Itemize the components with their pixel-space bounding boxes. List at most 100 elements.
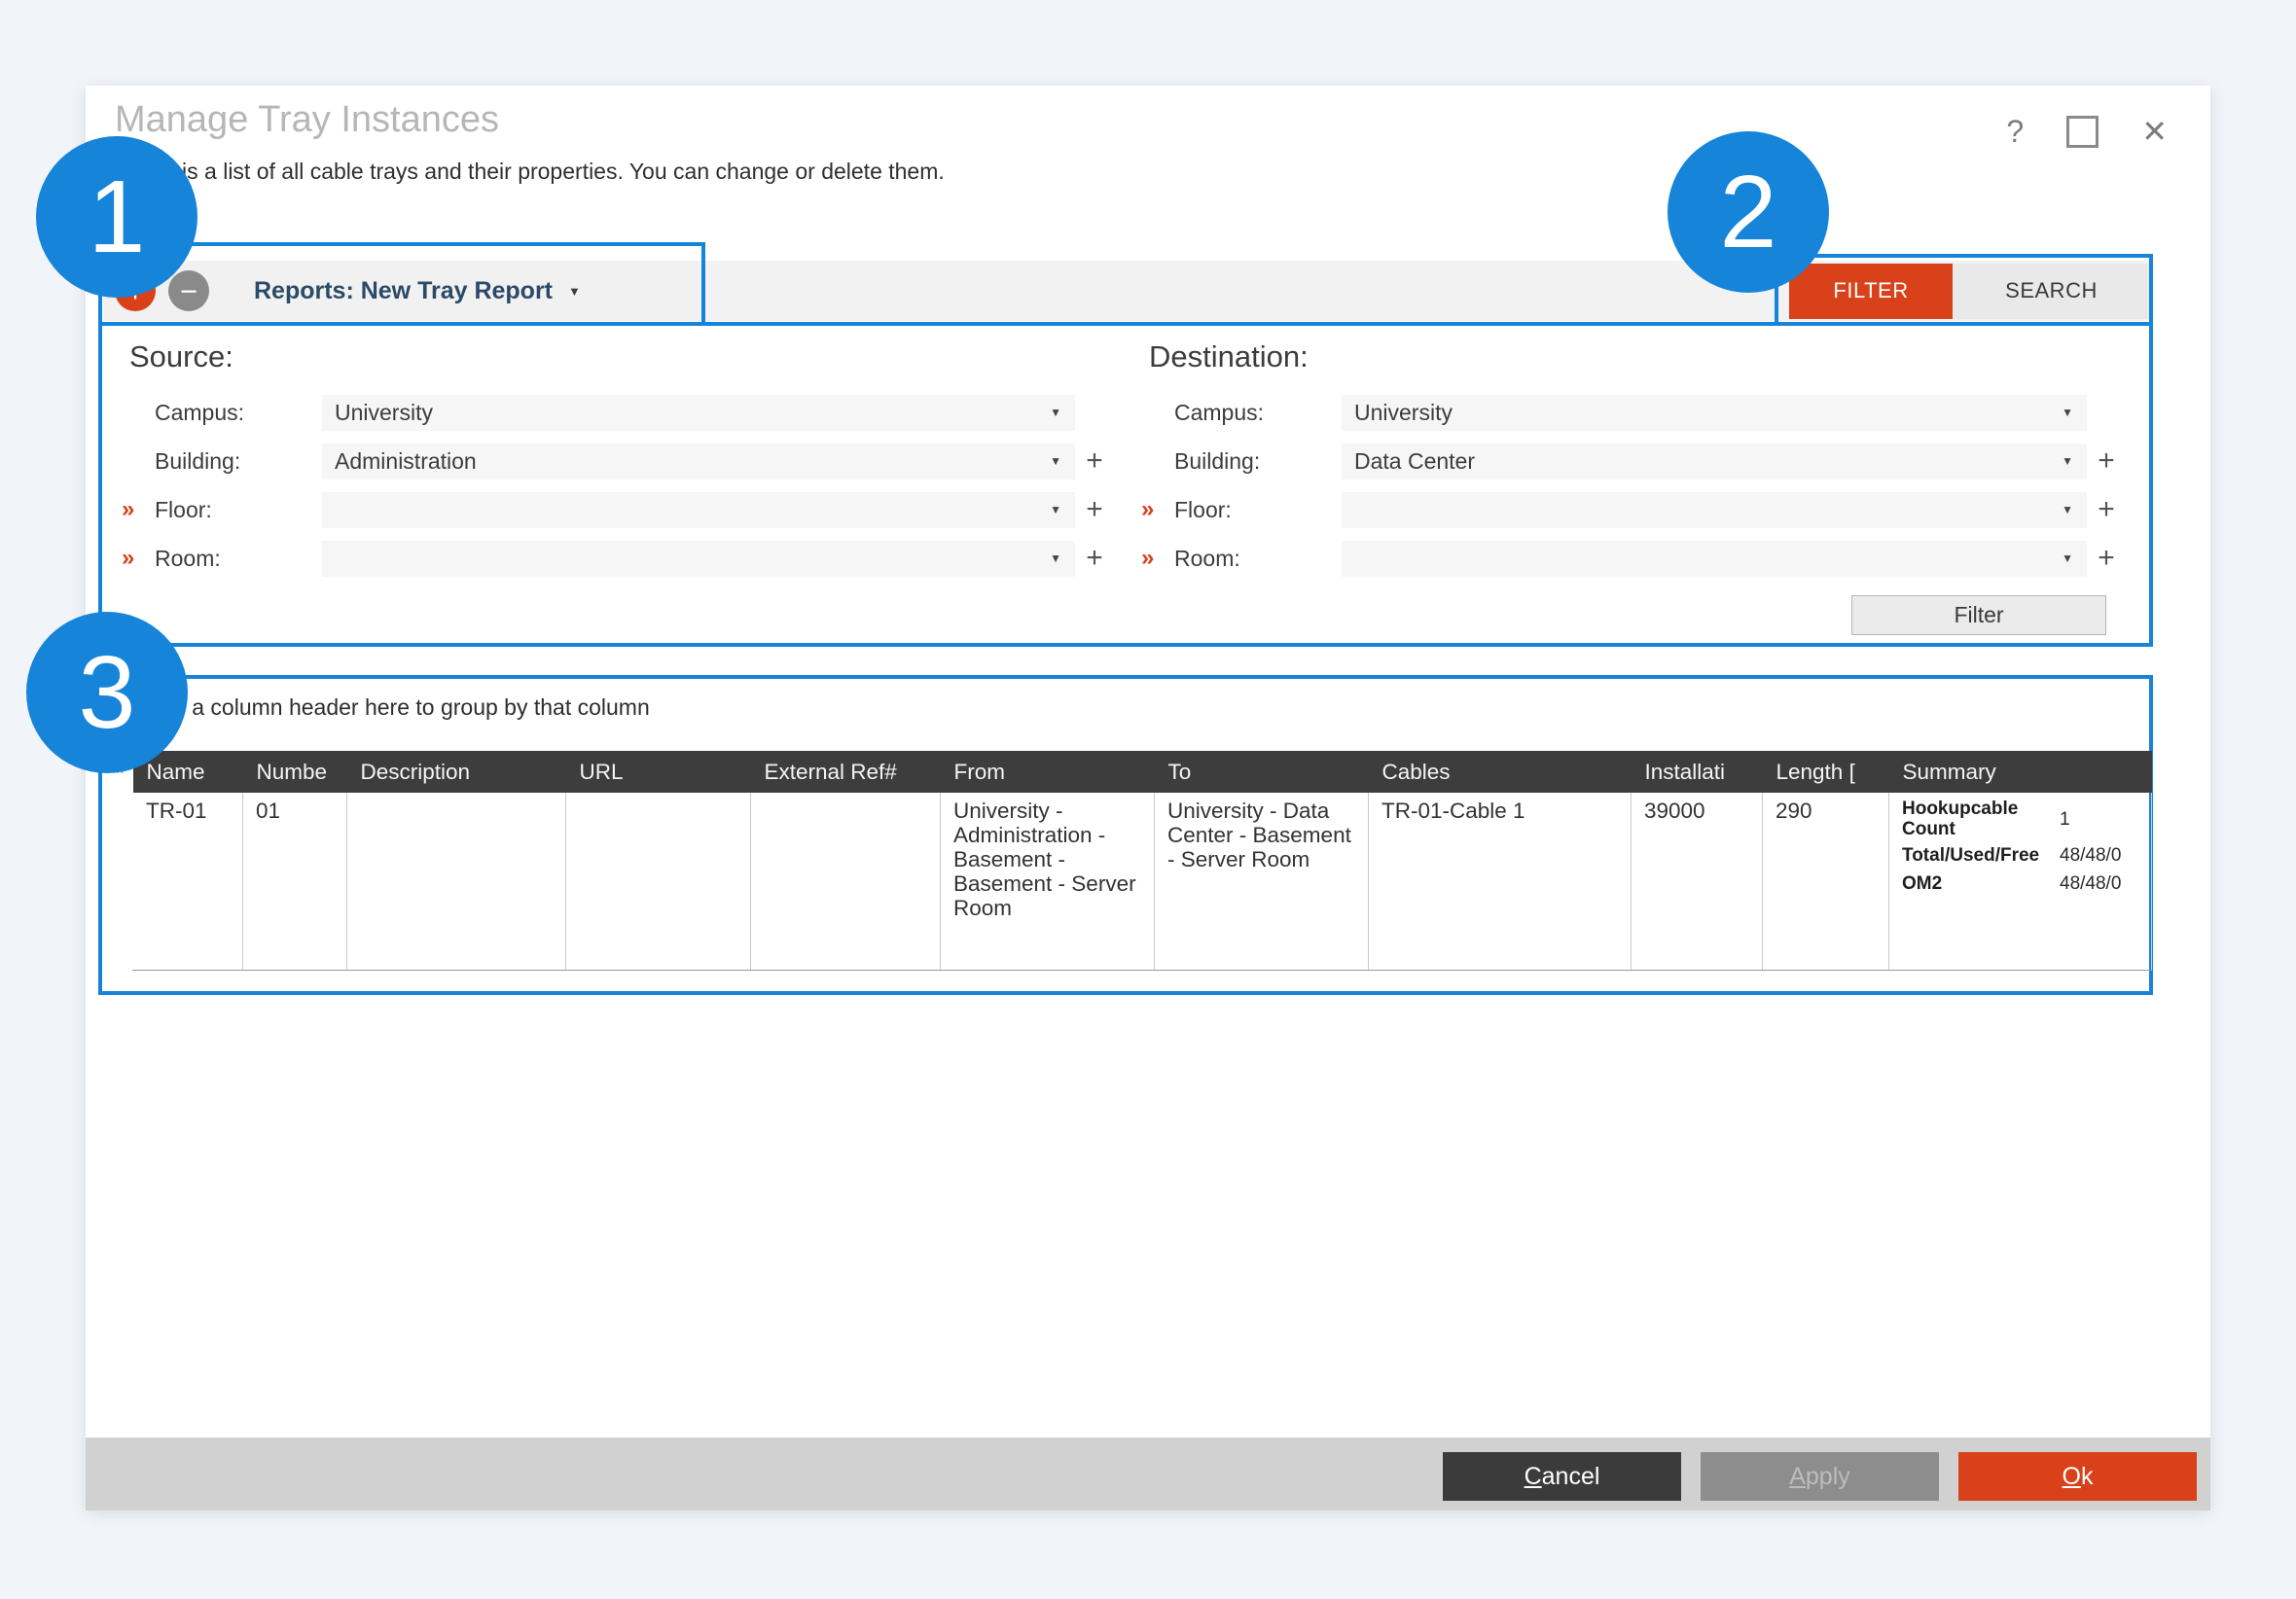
- report-tab[interactable]: + − Reports: New Tray Report ▼: [103, 261, 698, 321]
- column-header-installation[interactable]: Installati: [1632, 751, 1763, 793]
- cell-number[interactable]: 01: [243, 793, 347, 970]
- summary-value: 48/48/0: [2060, 843, 2143, 868]
- chevron-down-icon: ▼: [1050, 454, 1061, 468]
- destination-room-select[interactable]: ▼: [1342, 541, 2087, 577]
- add-floor-icon[interactable]: +: [2087, 493, 2126, 526]
- report-tab-label: Reports: New Tray Report: [254, 277, 553, 305]
- source-building-select[interactable]: Administration ▼: [322, 444, 1075, 480]
- callout-badge-3: 3: [26, 612, 188, 773]
- destination-building-row: Building: Data Center ▼ +: [1139, 437, 2126, 485]
- window-controls: ? ✕: [2006, 113, 2168, 150]
- summary-label: OM2: [1902, 873, 2060, 894]
- source-room-select[interactable]: ▼: [322, 541, 1075, 577]
- column-header-cables[interactable]: Cables: [1369, 751, 1632, 793]
- destination-floor-row: » Floor: ▼ +: [1139, 485, 2126, 534]
- dialog-subtitle: Below is a list of all cable trays and t…: [115, 159, 945, 185]
- chevron-down-icon[interactable]: ▼: [568, 284, 581, 299]
- source-floor-label: Floor:: [155, 497, 322, 523]
- destination-room-label: Room:: [1174, 546, 1342, 572]
- apply-button[interactable]: Apply: [1701, 1452, 1939, 1501]
- maximize-icon[interactable]: [2066, 116, 2099, 148]
- add-room-icon[interactable]: +: [1075, 542, 1114, 575]
- required-chevron-icon: »: [1139, 496, 1174, 523]
- cell-description[interactable]: [347, 793, 566, 970]
- cell-to[interactable]: University - Data Center - Basement - Se…: [1155, 793, 1369, 970]
- callout-badge-2: 2: [1668, 131, 1829, 293]
- column-header-external-ref[interactable]: External Ref#: [751, 751, 941, 793]
- source-floor-select[interactable]: ▼: [322, 492, 1075, 528]
- column-header-description[interactable]: Description: [347, 751, 566, 793]
- column-header-url[interactable]: URL: [566, 751, 751, 793]
- tab-search[interactable]: SEARCH: [1953, 264, 2150, 319]
- cancel-label-rest: ancel: [1542, 1463, 1600, 1490]
- cell-name[interactable]: TR-01: [133, 793, 243, 970]
- help-icon[interactable]: ?: [2006, 114, 2024, 150]
- filter-search-tabs: FILTER SEARCH: [1789, 264, 2150, 319]
- group-by-hint[interactable]: Drag a column header here to group by th…: [137, 694, 650, 721]
- destination-heading: Destination:: [1149, 339, 2126, 374]
- cell-from[interactable]: University - Administration - Basement -…: [941, 793, 1155, 970]
- destination-campus-label: Campus:: [1174, 400, 1342, 426]
- tray-grid-panel: Drag a column header here to group by th…: [98, 675, 2153, 995]
- tab-filter[interactable]: FILTER: [1789, 264, 1953, 319]
- destination-floor-select[interactable]: ▼: [1342, 492, 2087, 528]
- dialog-footer: Cancel Apply Ok: [86, 1438, 2210, 1510]
- remove-report-icon[interactable]: −: [168, 270, 209, 311]
- destination-campus-select[interactable]: University ▼: [1342, 395, 2087, 431]
- source-heading: Source:: [129, 339, 1114, 374]
- cancel-button[interactable]: Cancel: [1443, 1452, 1681, 1501]
- cell-summary[interactable]: Hookupcable Count 1 Total/Used/Free 48/4…: [1889, 793, 2152, 970]
- destination-campus-value: University: [1354, 400, 1453, 426]
- summary-value: 48/48/0: [2060, 871, 2143, 896]
- add-room-icon[interactable]: +: [2087, 542, 2126, 575]
- summary-label: Hookupcable Count: [1902, 799, 2060, 839]
- filter-button[interactable]: Filter: [1851, 595, 2106, 635]
- ok-label-rest: k: [2081, 1463, 2094, 1490]
- destination-room-row: » Room: ▼ +: [1139, 534, 2126, 583]
- chevron-down-icon: ▼: [2062, 454, 2073, 468]
- cell-installation[interactable]: 39000: [1632, 793, 1763, 970]
- destination-building-select[interactable]: Data Center ▼: [1342, 444, 2087, 480]
- add-floor-icon[interactable]: +: [1075, 493, 1114, 526]
- report-tab-bar: + − Reports: New Tray Report ▼ FILTER SE…: [103, 261, 2150, 321]
- source-campus-value: University: [335, 400, 433, 426]
- chevron-down-icon: ▼: [1050, 503, 1061, 516]
- chevron-down-icon: ▼: [2062, 503, 2073, 516]
- destination-building-label: Building:: [1174, 448, 1342, 475]
- tray-grid: Name Numbe Description URL External Ref#…: [132, 751, 2152, 971]
- dialog-title: Manage Tray Instances: [115, 99, 499, 141]
- column-header-to[interactable]: To: [1155, 751, 1369, 793]
- source-campus-row: Campus: University ▼: [120, 388, 1114, 437]
- destination-campus-row: Campus: University ▼: [1139, 388, 2126, 437]
- chevron-down-icon: ▼: [1050, 551, 1061, 565]
- apply-label: A: [1789, 1463, 1806, 1490]
- column-header-from[interactable]: From: [941, 751, 1155, 793]
- source-campus-select[interactable]: University ▼: [322, 395, 1075, 431]
- summary-label: Total/Used/Free: [1902, 845, 2060, 866]
- column-header-number[interactable]: Numbe: [243, 751, 347, 793]
- column-header-length[interactable]: Length [: [1763, 751, 1889, 793]
- cell-length[interactable]: 290: [1763, 793, 1889, 970]
- source-room-label: Room:: [155, 546, 322, 572]
- summary-list: Hookupcable Count 1 Total/Used/Free 48/4…: [1902, 799, 2143, 896]
- source-campus-label: Campus:: [155, 400, 322, 426]
- cell-external-ref[interactable]: [751, 793, 941, 970]
- callout-badge-1: 1: [36, 136, 197, 298]
- source-building-row: Building: Administration ▼ +: [120, 437, 1114, 485]
- column-header-summary[interactable]: Summary: [1889, 751, 2152, 793]
- table-row[interactable]: TR-01 01 University - Administration - B…: [133, 793, 2152, 970]
- source-section: Source: Campus: University ▼ Building: A…: [120, 332, 1114, 583]
- required-chevron-icon: »: [120, 496, 155, 523]
- cell-cables[interactable]: TR-01-Cable 1: [1369, 793, 1632, 970]
- add-building-icon[interactable]: +: [1075, 444, 1114, 478]
- chevron-down-icon: ▼: [2062, 406, 2073, 419]
- chevron-down-icon: ▼: [2062, 551, 2073, 565]
- add-building-icon[interactable]: +: [2087, 444, 2126, 478]
- apply-label-rest: pply: [1806, 1463, 1850, 1490]
- ok-button[interactable]: Ok: [1958, 1452, 2197, 1501]
- close-icon[interactable]: ✕: [2141, 113, 2168, 150]
- manage-tray-instances-dialog: Manage Tray Instances ? ✕ Below is a lis…: [86, 86, 2210, 1510]
- source-building-value: Administration: [335, 448, 477, 475]
- destination-section: Destination: Campus: University ▼ Buildi…: [1139, 332, 2126, 583]
- cell-url[interactable]: [566, 793, 751, 970]
